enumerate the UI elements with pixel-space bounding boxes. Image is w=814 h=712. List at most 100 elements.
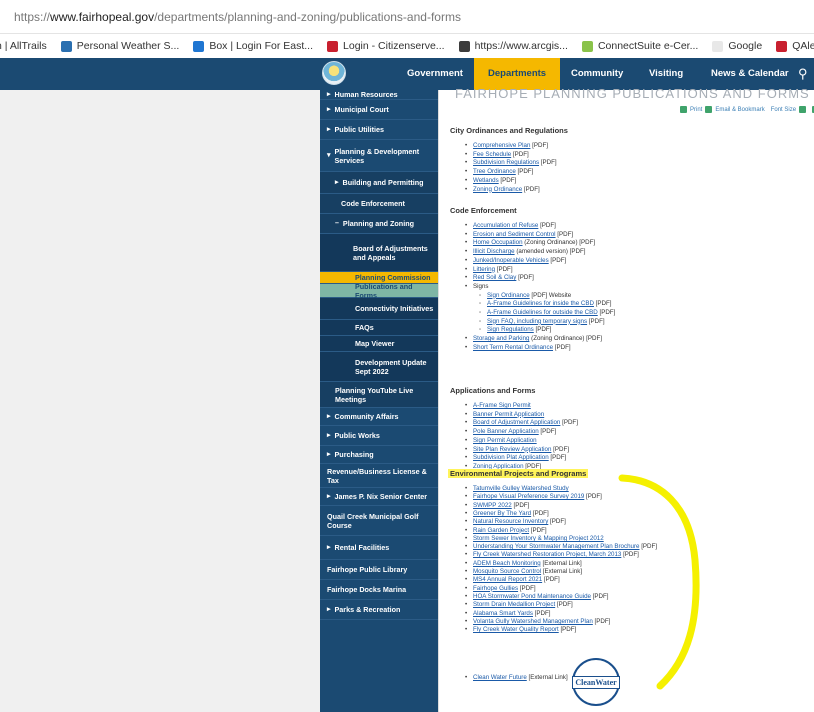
sidebar-item[interactable]: Quail Creek Municipal Golf Course [320,506,438,536]
sidebar-item[interactable]: Board of Adjustments and Appeals [320,234,438,272]
document-link[interactable]: Volanta Gully Watershed Management Plan [473,618,593,625]
sidebar-item[interactable]: ▸ Public Utilities [320,120,438,140]
expand-arrow-icon[interactable]: ▾ [327,151,331,160]
sidebar-item[interactable]: Fairhope Public Library [320,560,438,580]
document-link[interactable]: Tatumville Gulley Watershed Study [473,485,569,492]
document-link[interactable]: Fairhope Visual Preference Survey 2019 [473,493,584,500]
document-link[interactable]: Storm Drain Medallion Project [473,601,555,608]
expand-arrow-icon[interactable]: ▸ [335,178,339,187]
document-link[interactable]: Greener By The Yard [473,510,531,517]
bookmark-item[interactable]: Google [712,40,762,52]
sidebar-item[interactable]: Development Update Sept 2022 [320,352,438,382]
sidebar-item[interactable]: ▸ Rental Facilities [320,536,438,560]
sidebar-item[interactable]: ▸ James P. Nix Senior Center [320,488,438,506]
sidebar-item[interactable]: ▸ Parks & Recreation [320,600,438,620]
sidebar-item[interactable]: ▾ Planning & Development Services [320,140,438,172]
document-link[interactable]: Rain Garden Project [473,527,529,534]
clean-water-seal-icon[interactable]: CleanWater [572,658,620,706]
bookmark-item[interactable]: Login - Citizenserve... [327,40,445,52]
document-link[interactable]: Fly Creek Watershed Restoration Project,… [473,551,621,558]
document-link[interactable]: Littering [473,266,495,273]
font-decrease-icon[interactable] [799,106,807,113]
expand-arrow-icon[interactable]: ▸ [327,543,331,552]
document-link[interactable]: Erosion and Sediment Control [473,231,556,238]
bookmark-item[interactable]: Box | Login For East... [193,40,313,52]
bookmark-item[interactable]: https://www.arcgis... [458,40,568,52]
document-link[interactable]: A-Frame Sign Permit [473,402,531,409]
document-link[interactable]: Storm Sewer Inventory & Mapping Project … [473,535,604,542]
bookmark-item[interactable]: n | AllTrails [0,40,47,52]
sidebar-item[interactable]: Connectivity Initiatives [320,298,438,320]
document-link[interactable]: Illicit Discharge [473,248,515,255]
search-icon[interactable]: ⚲ [798,66,808,82]
sidebar-item[interactable]: Planning YouTube Live Meetings [320,382,438,408]
sidebar-item[interactable]: ▸ Community Affairs [320,408,438,426]
document-link[interactable]: Wetlands [473,177,499,184]
document-link[interactable]: Junked/Inoperable Vehicles [473,257,549,264]
expand-arrow-icon[interactable]: ▸ [327,492,331,501]
document-link[interactable]: Banner Permit Application [473,411,544,418]
document-link[interactable]: Subdivision Plat Application [473,454,549,461]
document-link[interactable]: A-Frame Guidelines for inside the CBD [487,300,594,307]
bookmark-item[interactable]: ConnectSuite e-Cer... [581,40,698,52]
city-logo-icon[interactable] [322,61,346,85]
expand-arrow-icon[interactable]: ▸ [327,90,331,99]
document-link[interactable]: Sign Regulations [487,326,534,333]
expand-arrow-icon[interactable]: ▸ [327,125,331,134]
document-link[interactable]: Tree Ordinance [473,168,516,175]
document-link[interactable]: Understanding Your Stormwater Management… [473,543,639,550]
sidebar-item[interactable]: Revenue/Business License & Tax [320,464,438,488]
email-bookmark-link[interactable]: Email & Bookmark [715,107,764,113]
print-link[interactable]: Print [690,107,702,113]
sidebar-item[interactable]: ▸ Building and Permitting [320,172,438,194]
document-link[interactable]: Clean Water Future [473,674,527,681]
document-link[interactable]: A-Frame Guidelines for outside the CBD [487,309,598,316]
bookmark-item[interactable]: Personal Weather S... [60,40,179,52]
sidebar-item[interactable]: Publications and Forms [320,282,438,300]
expand-arrow-icon[interactable]: ▸ [327,105,331,114]
document-link[interactable]: MS4 Annual Report 2021 [473,576,542,583]
expand-arrow-icon[interactable]: – [335,219,339,228]
document-link[interactable]: Alabama Smart Yards [473,610,533,617]
document-link[interactable]: Fairhope Gullies [473,585,518,592]
document-link[interactable]: HOA Stormwater Pond Maintenance Guide [473,593,591,600]
url-text[interactable]: https://www.fairhopeal.gov/departments/p… [14,10,461,24]
document-link[interactable]: Mosquito Source Control [473,568,541,575]
bookmark-item[interactable]: QAlert [776,40,814,52]
document-link[interactable]: Red Soil & Clay [473,274,516,281]
document-link[interactable]: Accumulation of Refuse [473,222,538,229]
bookmark-icon[interactable] [705,106,713,113]
sidebar-item[interactable]: Fairhope Docks Marina [320,580,438,600]
document-link[interactable]: Board of Adjustment Application [473,419,560,426]
expand-arrow-icon[interactable]: ▸ [327,605,331,614]
document-link[interactable]: Subdivision Regulations [473,159,539,166]
document-link[interactable]: Sign FAQ, including temporary signs [487,318,587,325]
sidebar-item[interactable]: ▸ Human Resources [320,90,438,100]
sidebar-item[interactable]: Map Viewer [320,336,438,352]
document-link[interactable]: ADEM Beach Monitoring [473,560,541,567]
document-link[interactable]: Comprehensive Plan [473,142,530,149]
document-link[interactable]: Sign Permit Application [473,437,537,444]
sidebar-item[interactable]: Code Enforcement [320,194,438,214]
sidebar-item[interactable]: – Planning and Zoning [320,214,438,234]
print-icon[interactable] [680,106,687,113]
document-link[interactable]: SWMPP 2022 [473,502,512,509]
address-bar[interactable]: https://www.fairhopeal.gov/departments/p… [0,0,814,34]
document-link[interactable]: Storage and Parking [473,335,529,342]
document-link[interactable]: Pole Banner Application [473,428,539,435]
sidebar-item[interactable]: FAQs [320,320,438,336]
document-link[interactable]: Natural Resource Inventory [473,518,548,525]
expand-arrow-icon[interactable]: ▸ [327,431,331,440]
document-link[interactable]: Home Occupation [473,239,523,246]
sidebar-item[interactable]: ▸ Public Works [320,426,438,446]
document-link[interactable]: Fly Creek Water Quality Report [473,626,559,633]
document-link[interactable]: Site Plan Review Application [473,446,551,453]
document-link[interactable]: Short Term Rental Ordinance [473,344,553,351]
document-link[interactable]: Zoning Ordinance [473,186,522,193]
expand-arrow-icon[interactable]: ▸ [327,450,331,459]
document-link[interactable]: Fee Schedule [473,151,511,158]
document-link[interactable]: Sign Ordinance [487,292,530,299]
sidebar-item[interactable]: ▸ Municipal Court [320,100,438,120]
sidebar-item[interactable]: ▸ Purchasing [320,446,438,464]
expand-arrow-icon[interactable]: ▸ [327,412,331,421]
